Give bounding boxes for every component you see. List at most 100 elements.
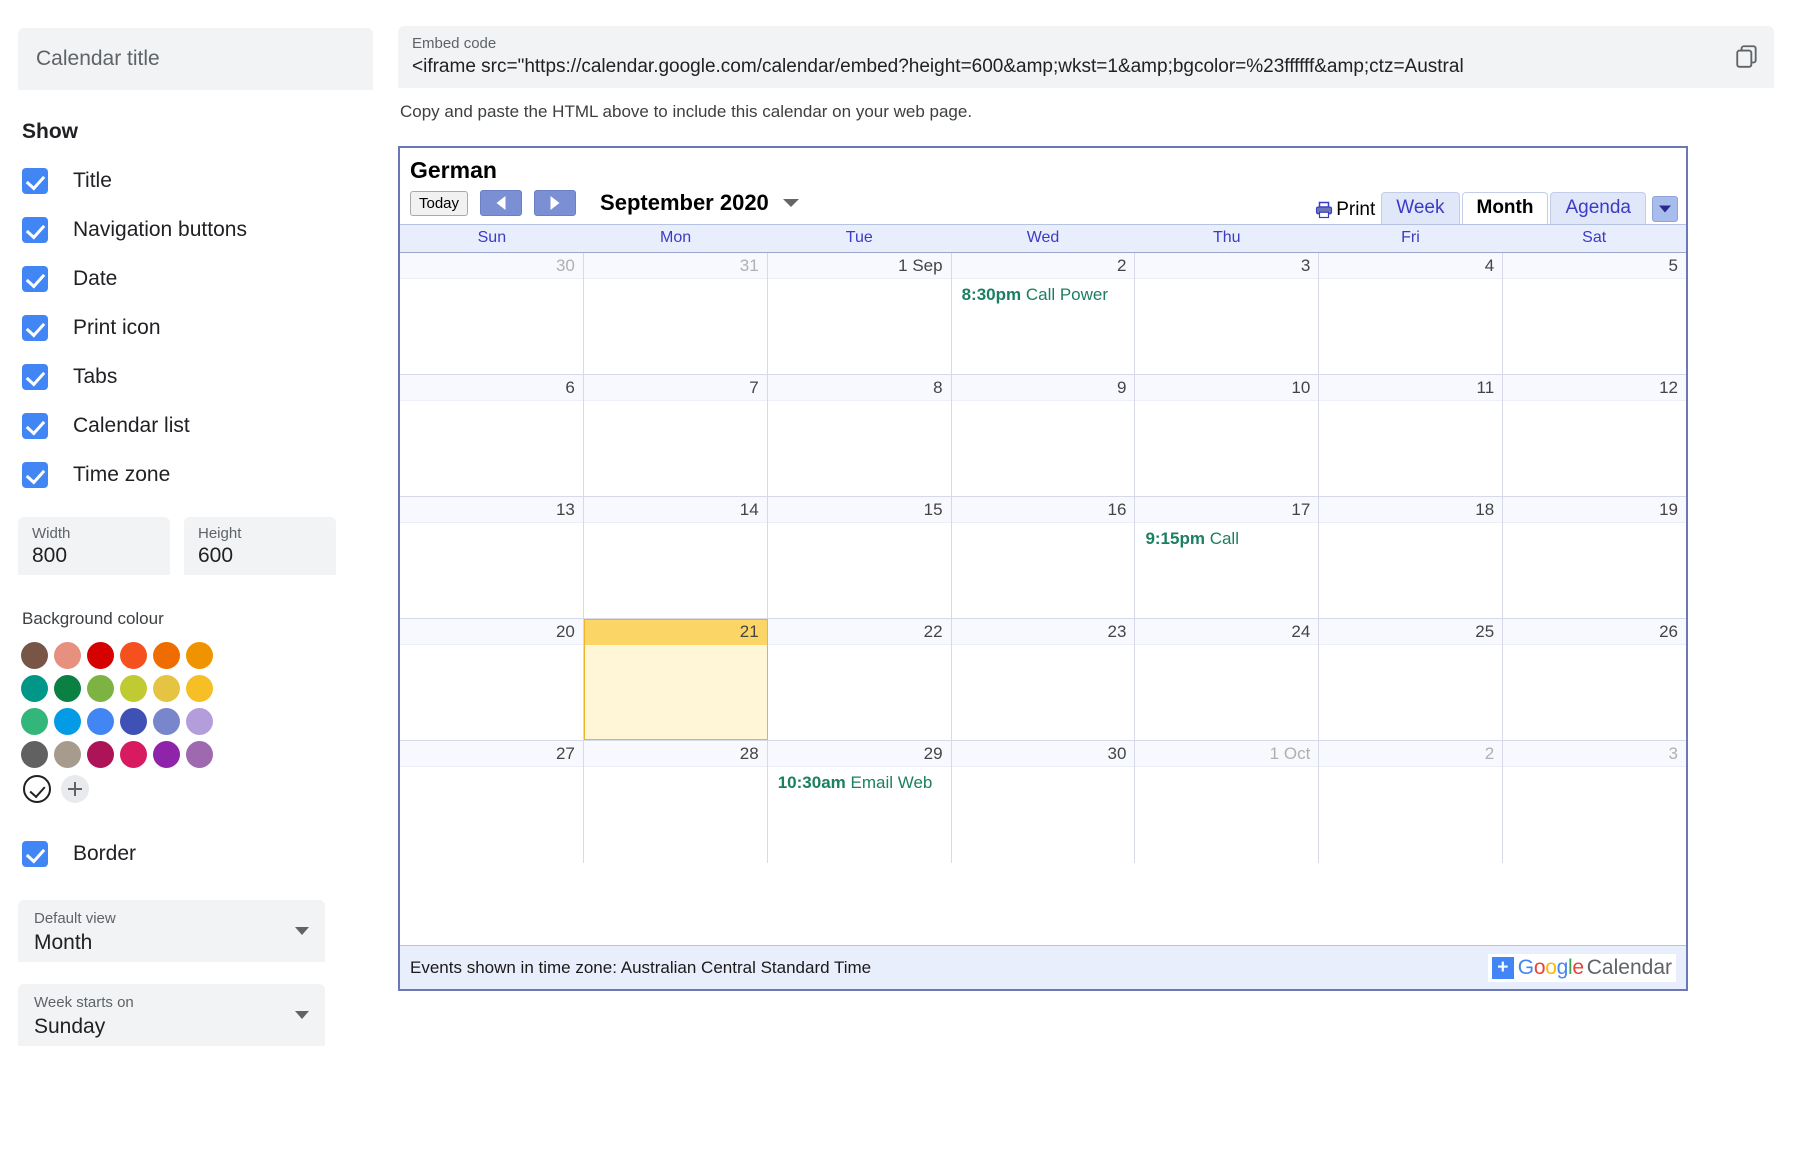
colour-swatch-3[interactable] (120, 642, 147, 669)
colour-swatch-2[interactable] (87, 642, 114, 669)
previous-month-button[interactable] (480, 190, 522, 216)
width-input[interactable]: Width 800 (18, 517, 170, 575)
colour-swatch-14[interactable] (87, 708, 114, 735)
tab-agenda[interactable]: Agenda (1550, 192, 1646, 224)
calendar-day-cell[interactable]: 28:30pm Call Power (952, 253, 1136, 374)
checkbox-checked-icon[interactable] (22, 364, 48, 390)
print-button[interactable]: Print (1314, 199, 1375, 224)
calendar-day-cell[interactable]: 6 (400, 375, 584, 496)
calendar-day-cell[interactable]: 12 (1503, 375, 1686, 496)
colour-swatch-0[interactable] (21, 642, 48, 669)
colour-swatch-17[interactable] (186, 708, 213, 735)
calendar-day-cell[interactable]: 9 (952, 375, 1136, 496)
google-calendar-logo[interactable]: + Google Calendar (1488, 954, 1676, 982)
calendar-day-cell[interactable]: 14 (584, 497, 768, 618)
colour-swatch-21[interactable] (120, 741, 147, 768)
calendar-day-cell[interactable]: 3 (1503, 741, 1686, 863)
add-custom-colour-button[interactable] (61, 775, 89, 803)
tab-month[interactable]: Month (1462, 192, 1549, 224)
colour-swatch-22[interactable] (153, 741, 180, 768)
colour-swatch-15[interactable] (120, 708, 147, 735)
height-input[interactable]: Height 600 (184, 517, 336, 575)
chevron-down-icon[interactable] (295, 1011, 309, 1019)
show-option-calendar-list[interactable]: Calendar list (18, 401, 390, 450)
today-button[interactable]: Today (410, 191, 468, 216)
show-option-date[interactable]: Date (18, 254, 390, 303)
calendar-day-cell[interactable]: 2 (1319, 741, 1503, 863)
calendar-day-cell[interactable]: 21 (584, 619, 768, 740)
colour-swatch-7[interactable] (54, 675, 81, 702)
show-option-tabs[interactable]: Tabs (18, 352, 390, 401)
colour-swatch-11[interactable] (186, 675, 213, 702)
checkbox-checked-icon[interactable] (22, 266, 48, 292)
calendar-day-cell[interactable]: 5 (1503, 253, 1686, 374)
calendar-title-input[interactable]: Calendar title (18, 28, 373, 90)
colour-swatch-1[interactable] (54, 642, 81, 669)
border-option[interactable]: Border (18, 829, 390, 878)
calendar-day-cell[interactable]: 4 (1319, 253, 1503, 374)
calendar-day-cell[interactable]: 28 (584, 741, 768, 863)
checkbox-checked-icon[interactable] (22, 217, 48, 243)
selected-colour-swatch-check-icon[interactable] (23, 775, 51, 803)
calendar-day-cell[interactable]: 31 (584, 253, 768, 374)
colour-swatch-8[interactable] (87, 675, 114, 702)
colour-swatch-6[interactable] (21, 675, 48, 702)
calendar-day-cell[interactable]: 30 (952, 741, 1136, 863)
calendar-day-cell[interactable]: 1 Oct (1135, 741, 1319, 863)
colour-swatch-16[interactable] (153, 708, 180, 735)
default-view-select[interactable]: Default view Month (18, 900, 325, 962)
more-views-dropdown-icon[interactable] (1652, 196, 1678, 222)
calendar-day-cell[interactable]: 15 (768, 497, 952, 618)
checkbox-checked-icon[interactable] (22, 462, 48, 488)
show-option-navigation-buttons[interactable]: Navigation buttons (18, 205, 390, 254)
week-starts-on-select[interactable]: Week starts on Sunday (18, 984, 325, 1046)
colour-swatch-5[interactable] (186, 642, 213, 669)
calendar-event[interactable]: 9:15pm Call (1135, 523, 1318, 549)
show-option-print-icon[interactable]: Print icon (18, 303, 390, 352)
calendar-day-cell[interactable]: 23 (952, 619, 1136, 740)
calendar-day-cell[interactable]: 8 (768, 375, 952, 496)
colour-swatch-18[interactable] (21, 741, 48, 768)
calendar-day-cell[interactable]: 30 (400, 253, 584, 374)
month-dropdown-icon[interactable] (783, 199, 799, 207)
colour-swatch-9[interactable] (120, 675, 147, 702)
calendar-day-cell[interactable]: 25 (1319, 619, 1503, 740)
day-number: 16 (952, 497, 1135, 523)
calendar-day-cell[interactable]: 22 (768, 619, 952, 740)
checkbox-checked-icon[interactable] (22, 841, 48, 867)
calendar-day-cell[interactable]: 7 (584, 375, 768, 496)
chevron-down-icon[interactable] (295, 927, 309, 935)
colour-swatch-19[interactable] (54, 741, 81, 768)
calendar-day-cell[interactable]: 2910:30am Email Web (768, 741, 952, 863)
calendar-day-cell[interactable]: 16 (952, 497, 1136, 618)
colour-swatch-13[interactable] (54, 708, 81, 735)
calendar-day-cell[interactable]: 18 (1319, 497, 1503, 618)
checkbox-checked-icon[interactable] (22, 168, 48, 194)
calendar-day-cell[interactable]: 24 (1135, 619, 1319, 740)
colour-swatch-20[interactable] (87, 741, 114, 768)
show-option-time-zone[interactable]: Time zone (18, 450, 390, 499)
checkbox-checked-icon[interactable] (22, 315, 48, 341)
colour-swatch-10[interactable] (153, 675, 180, 702)
next-month-button[interactable] (534, 190, 576, 216)
embed-code-input[interactable]: Embed code <iframe src="https://calendar… (398, 26, 1774, 88)
colour-swatch-23[interactable] (186, 741, 213, 768)
calendar-day-cell[interactable]: 11 (1319, 375, 1503, 496)
calendar-day-cell[interactable]: 13 (400, 497, 584, 618)
tab-week[interactable]: Week (1381, 192, 1459, 224)
colour-swatch-12[interactable] (21, 708, 48, 735)
calendar-day-cell[interactable]: 19 (1503, 497, 1686, 618)
calendar-day-cell[interactable]: 179:15pm Call (1135, 497, 1319, 618)
calendar-event[interactable]: 8:30pm Call Power (952, 279, 1135, 305)
calendar-day-cell[interactable]: 1 Sep (768, 253, 952, 374)
colour-swatch-4[interactable] (153, 642, 180, 669)
copy-icon[interactable] (1734, 42, 1760, 70)
calendar-day-cell[interactable]: 27 (400, 741, 584, 863)
calendar-day-cell[interactable]: 10 (1135, 375, 1319, 496)
calendar-day-cell[interactable]: 20 (400, 619, 584, 740)
calendar-day-cell[interactable]: 26 (1503, 619, 1686, 740)
checkbox-checked-icon[interactable] (22, 413, 48, 439)
show-option-title[interactable]: Title (18, 156, 390, 205)
calendar-event[interactable]: 10:30am Email Web (768, 767, 951, 793)
calendar-day-cell[interactable]: 3 (1135, 253, 1319, 374)
